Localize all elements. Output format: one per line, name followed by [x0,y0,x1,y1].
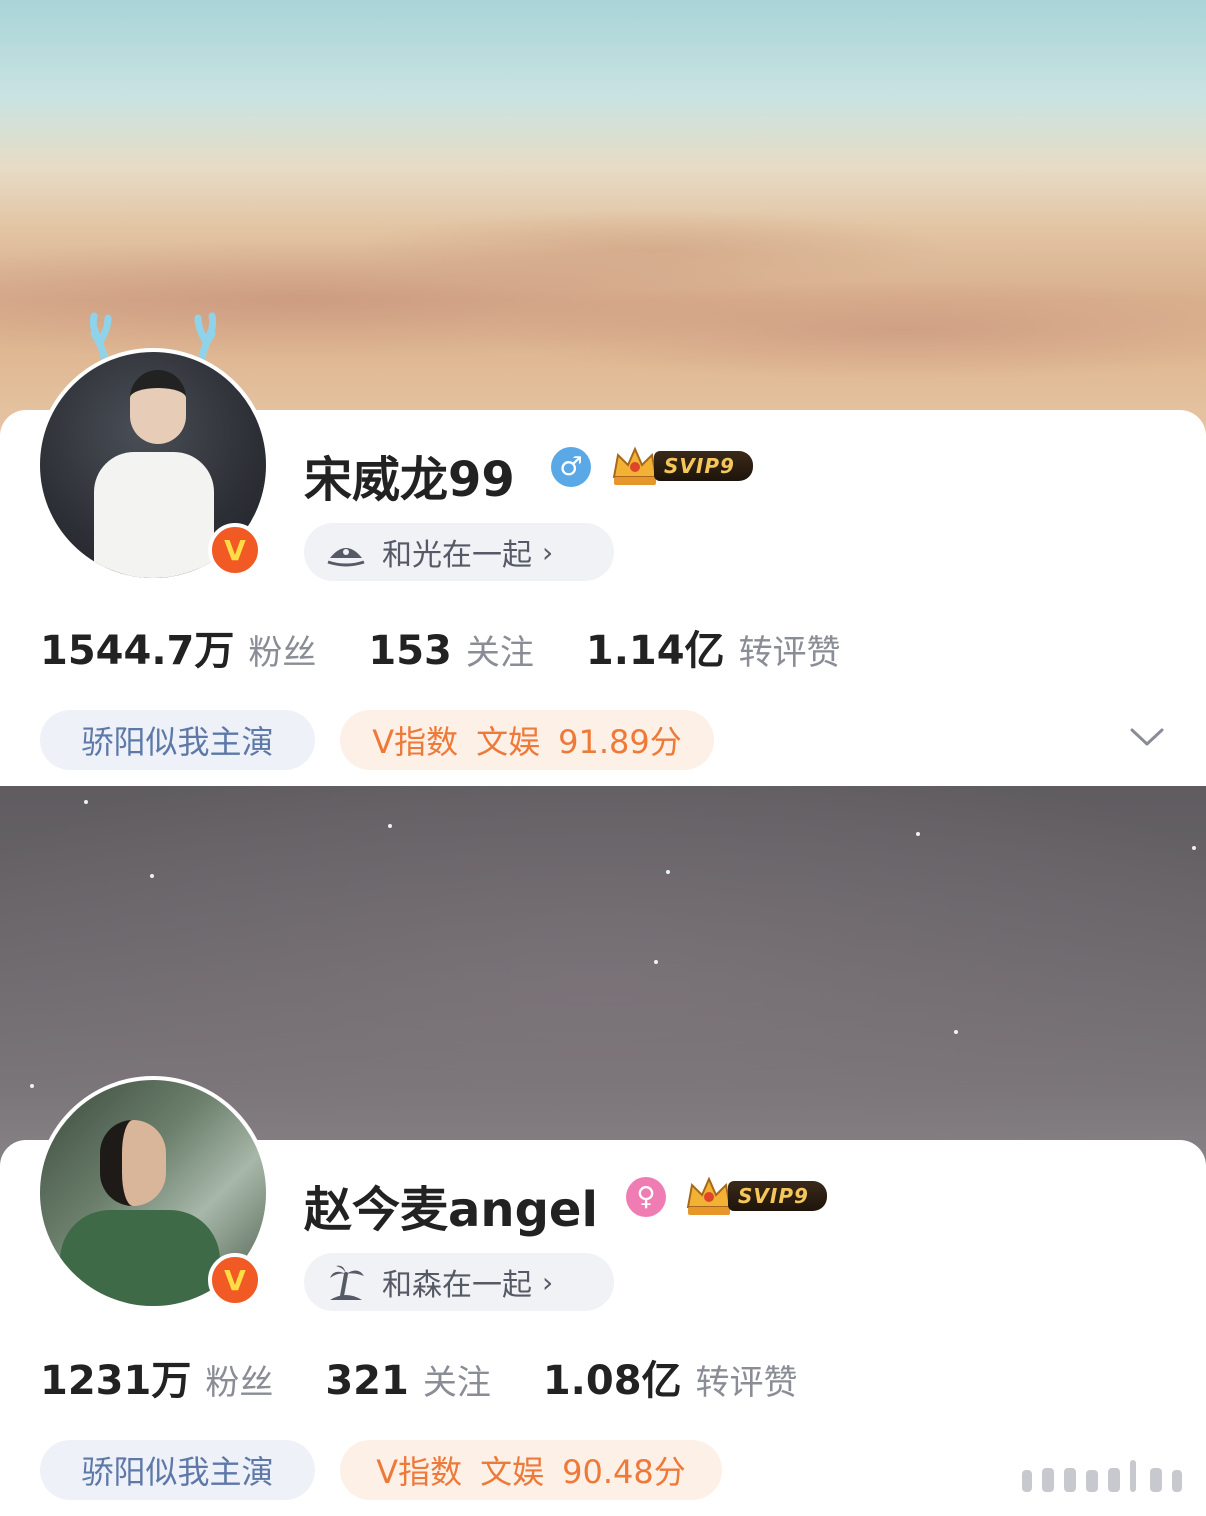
star-dot [1192,846,1196,850]
together-button[interactable]: 和森在一起 › [304,1253,614,1311]
following-label[interactable]: 关注 [423,1355,491,1404]
following-label[interactable]: 关注 [466,625,534,674]
avatar-figure-head [130,370,186,444]
likes-count: 1.08亿 [542,1358,682,1404]
svip-badge[interactable]: SVIP9 [684,1173,827,1219]
together-button[interactable]: 和光在一起 › [304,523,614,581]
profile-card-1: V 宋威龙99 ♂ SVIP9 和光在一起 › 1544.7万 粉丝 153 关… [0,0,1206,786]
star-dot [654,960,658,964]
together-label: 和光在一起 [382,538,532,573]
role-tag[interactable]: 骄阳似我主演 [40,1440,315,1500]
svip-level-label: SVIP9 [728,1181,827,1211]
star-dot [150,874,154,878]
profile-card-2: V 赵今麦angel ♀ SVIP9 和森在一起 › 1231万 粉丝 321 … [0,786,1206,1516]
star-dot [666,870,670,874]
avatar-figure [94,452,214,578]
profile-name: 赵今麦angel [304,1182,598,1238]
role-tag[interactable]: 骄阳似我主演 [40,710,315,770]
followers-label[interactable]: 粉丝 [205,1355,273,1404]
palm-tree-icon [330,1265,364,1300]
beach-umbrella-icon [327,548,365,567]
star-dot [954,1030,958,1034]
male-gender-icon: ♂ [551,447,591,487]
v-index-score: 90.48分 [562,1453,686,1491]
verified-badge-icon: V [208,523,262,577]
followers-count[interactable]: 1231万 [40,1348,191,1406]
followers-label[interactable]: 粉丝 [248,625,316,674]
v-index-label: V指数 [372,723,459,761]
v-index-label: V指数 [376,1453,463,1491]
female-gender-icon: ♀ [626,1177,666,1217]
profile-name: 宋威龙99 [304,452,515,508]
verified-badge-icon: V [208,1253,262,1307]
together-label: 和森在一起 [382,1268,532,1303]
following-count[interactable]: 321 [325,1358,409,1404]
crown-icon [686,1176,732,1215]
svip-badge[interactable]: SVIP9 [610,443,753,489]
chevron-right-icon: › [542,535,554,569]
likes-label: 转评赞 [738,633,841,673]
v-index-score: 91.89分 [558,723,682,761]
crown-icon [612,446,658,485]
star-dot [84,800,88,804]
star-dot [916,832,920,836]
following-count[interactable]: 153 [368,628,452,674]
chevron-down-icon[interactable] [1128,722,1166,752]
profile-stats: 1544.7万 粉丝 153 关注 1.14亿 转评赞 [40,618,893,676]
watermark-logo [1002,1460,1194,1500]
profile-stats: 1231万 粉丝 321 关注 1.08亿 转评赞 [40,1348,850,1406]
likes-count: 1.14亿 [585,628,725,674]
chevron-right-icon: › [542,1265,554,1299]
svip-level-label: SVIP9 [654,451,753,481]
v-index-tag[interactable]: V指数 文娱 90.48分 [340,1440,722,1500]
v-index-tag[interactable]: V指数 文娱 91.89分 [340,710,714,770]
avatar-figure-head [100,1120,166,1206]
star-dot [388,824,392,828]
likes-label: 转评赞 [695,1363,798,1403]
followers-count[interactable]: 1544.7万 [40,618,234,676]
v-index-category: 文娱 [480,1453,545,1491]
avatar-figure [60,1210,220,1306]
star-dot [30,1084,34,1088]
v-index-category: 文娱 [476,723,541,761]
